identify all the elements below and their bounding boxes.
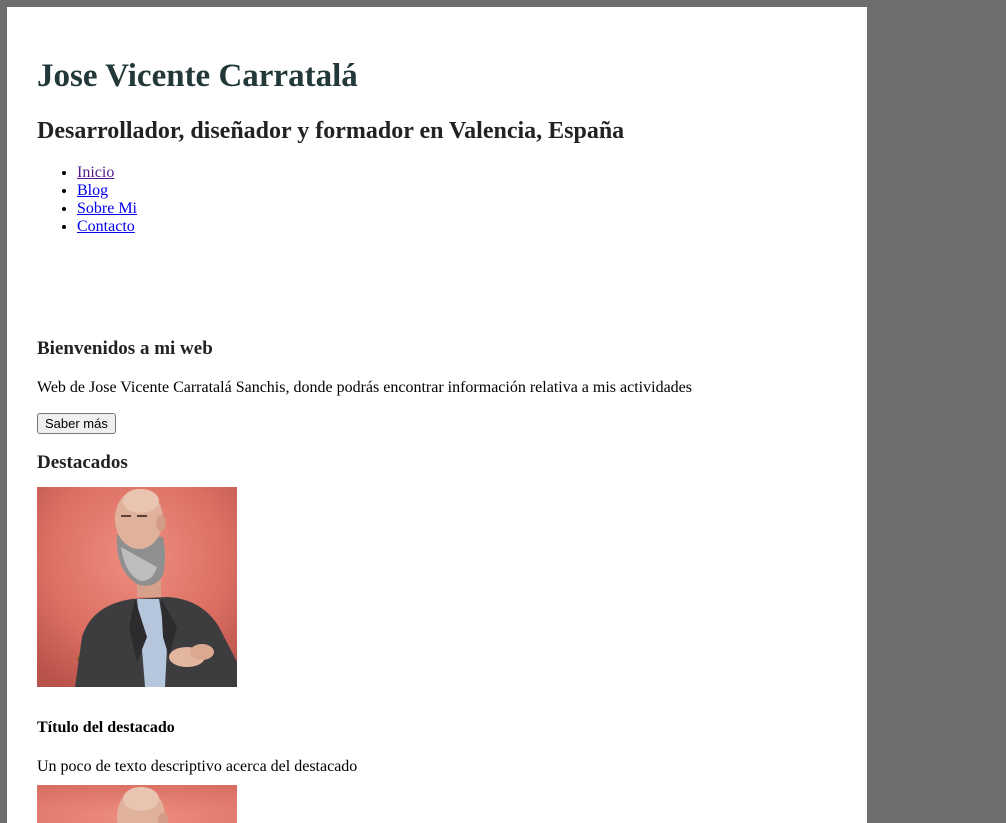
main-nav: Inicio Blog Sobre Mi Contacto — [37, 164, 137, 236]
nav-link-sobre-mi[interactable]: Sobre Mi — [77, 200, 137, 217]
portrait-photo — [37, 487, 237, 687]
featured-item-title: Título del destacado — [37, 719, 175, 736]
welcome-heading: Bienvenidos a mi web — [37, 338, 213, 359]
welcome-text: Web de Jose Vicente Carratalá Sanchis, d… — [37, 379, 692, 396]
featured-heading: Destacados — [37, 452, 128, 473]
nav-item-inicio: Inicio — [77, 164, 137, 182]
nav-link-inicio[interactable]: Inicio — [77, 164, 114, 181]
featured-item-text: Un poco de texto descriptivo acerca del … — [37, 758, 358, 775]
site-title: Jose Vicente Carratalá — [37, 58, 358, 94]
portrait-photo-2 — [37, 785, 237, 823]
featured-image-2 — [37, 785, 237, 823]
saber-mas-button[interactable]: Saber más — [37, 413, 116, 434]
nav-item-contacto: Contacto — [77, 218, 137, 236]
nav-item-blog: Blog — [77, 182, 137, 200]
nav-link-contacto[interactable]: Contacto — [77, 218, 135, 235]
site-subtitle: Desarrollador, diseñador y formador en V… — [37, 118, 625, 144]
nav-item-sobre-mi: Sobre Mi — [77, 200, 137, 218]
nav-link-blog[interactable]: Blog — [77, 182, 108, 199]
featured-image — [37, 487, 237, 687]
page: Jose Vicente Carratalá Desarrollador, di… — [7, 7, 867, 823]
